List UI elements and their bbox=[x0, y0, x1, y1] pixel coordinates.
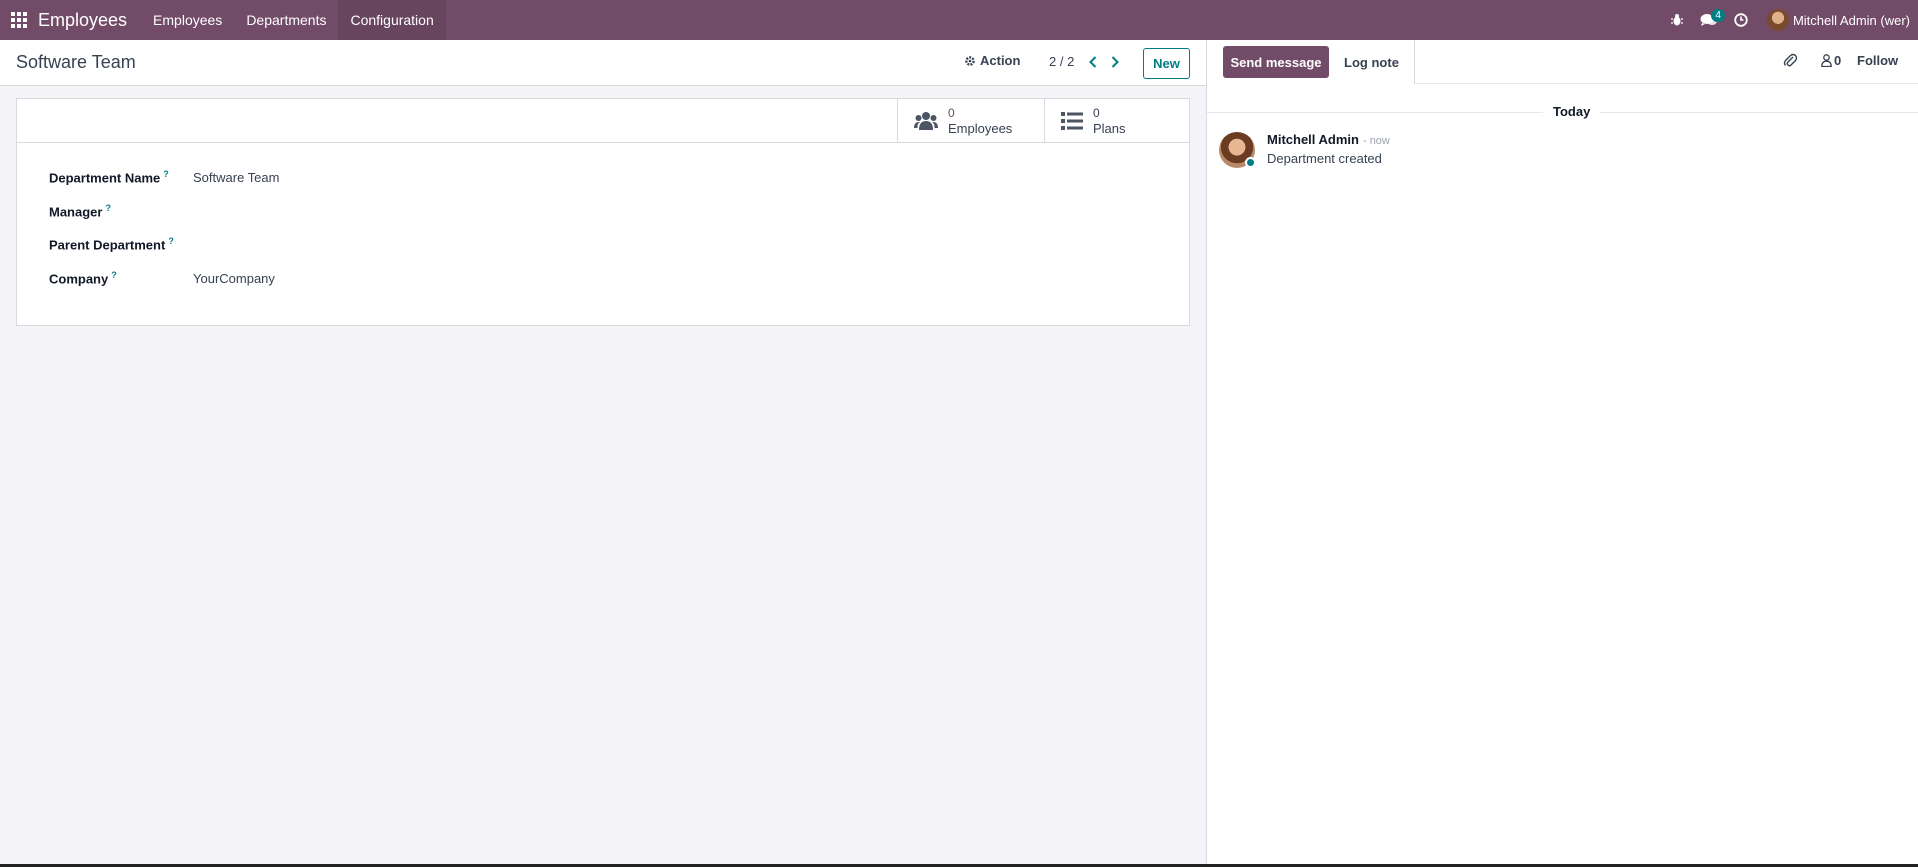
followers-button[interactable]: 0 bbox=[1821, 53, 1841, 68]
employees-count: 0 bbox=[948, 106, 955, 120]
plans-stat-label: Plans bbox=[1093, 121, 1126, 136]
menu-configuration[interactable]: Configuration bbox=[338, 0, 446, 40]
pager-value[interactable]: 2 / 2 bbox=[1049, 54, 1074, 69]
users-icon bbox=[914, 112, 938, 130]
list-icon bbox=[1061, 112, 1083, 130]
debug-bug-icon[interactable] bbox=[1661, 0, 1693, 40]
control-panel: Software Team Action 2 / 2 New bbox=[0, 40, 1206, 86]
plans-stat-button[interactable]: 0 Plans bbox=[1044, 99, 1189, 143]
top-navbar: Employees Employees Departments Configur… bbox=[0, 0, 1918, 40]
user-icon bbox=[1821, 54, 1832, 67]
help-tooltip-icon[interactable]: ? bbox=[168, 236, 174, 246]
user-name: Mitchell Admin (wer) bbox=[1792, 12, 1910, 28]
department-name-input[interactable]: Software Team bbox=[193, 170, 279, 185]
user-avatar bbox=[1766, 9, 1789, 31]
manager-label: Manager bbox=[49, 204, 103, 220]
field-department-name: Department Name? Software Team bbox=[49, 169, 279, 185]
chatter-topbar: Send message Log note 0 Follow bbox=[1207, 40, 1918, 84]
chatter-message: Mitchell Admin - now Department created bbox=[1219, 132, 1390, 168]
log-note-button[interactable]: Log note bbox=[1329, 40, 1415, 84]
field-company: Company? YourCompany bbox=[49, 270, 275, 286]
field-parent-department: Parent Department? bbox=[49, 236, 193, 252]
send-message-button[interactable]: Send message bbox=[1223, 46, 1329, 78]
menu-employees[interactable]: Employees bbox=[141, 0, 234, 40]
user-menu[interactable]: Mitchell Admin (wer) bbox=[1757, 9, 1918, 31]
app-title[interactable]: Employees bbox=[38, 10, 141, 31]
message-body: Department created bbox=[1267, 151, 1382, 166]
message-timestamp: - now bbox=[1362, 135, 1390, 147]
chatter-panel: Send message Log note 0 Follow Today Mit… bbox=[1206, 40, 1918, 867]
action-button[interactable]: Action bbox=[964, 53, 1020, 68]
online-status-icon bbox=[1245, 157, 1256, 168]
new-button[interactable]: New bbox=[1143, 48, 1190, 79]
gear-icon bbox=[965, 55, 975, 66]
date-separator-label: Today bbox=[1543, 104, 1601, 119]
page-title: Software Team bbox=[16, 52, 136, 72]
help-tooltip-icon[interactable]: ? bbox=[163, 169, 169, 179]
plans-count: 0 bbox=[1093, 106, 1100, 120]
followers-count: 0 bbox=[1834, 53, 1842, 68]
employees-stat-button[interactable]: 0 Employees bbox=[897, 99, 1044, 143]
company-input[interactable]: YourCompany bbox=[193, 271, 275, 286]
help-tooltip-icon[interactable]: ? bbox=[111, 270, 117, 280]
chatter-divider bbox=[1415, 83, 1918, 84]
apps-menu-icon[interactable] bbox=[0, 0, 38, 40]
messages-icon[interactable]: 4 bbox=[1693, 0, 1725, 40]
messages-badge: 4 bbox=[1711, 9, 1725, 22]
form-sheet: 0 Employees 0 Plans Department Name? Sof… bbox=[16, 98, 1190, 326]
follow-button[interactable]: Follow bbox=[1857, 53, 1898, 68]
pager-next-icon[interactable] bbox=[1106, 52, 1124, 72]
field-manager: Manager? bbox=[49, 203, 193, 219]
department-name-label: Department Name bbox=[49, 170, 161, 186]
paperclip-icon[interactable] bbox=[1783, 52, 1798, 71]
action-label: Action bbox=[980, 53, 1021, 68]
parent-department-label: Parent Department bbox=[49, 237, 166, 253]
activities-clock-icon[interactable] bbox=[1725, 0, 1757, 40]
company-label: Company bbox=[49, 271, 109, 287]
message-author[interactable]: Mitchell Admin bbox=[1267, 132, 1359, 147]
help-tooltip-icon[interactable]: ? bbox=[105, 203, 111, 213]
employees-stat-label: Employees bbox=[948, 121, 1013, 136]
avatar[interactable] bbox=[1219, 132, 1256, 168]
pager-previous-icon[interactable] bbox=[1084, 52, 1102, 72]
button-box: 0 Employees 0 Plans bbox=[17, 99, 1189, 143]
menu-departments[interactable]: Departments bbox=[234, 0, 338, 40]
